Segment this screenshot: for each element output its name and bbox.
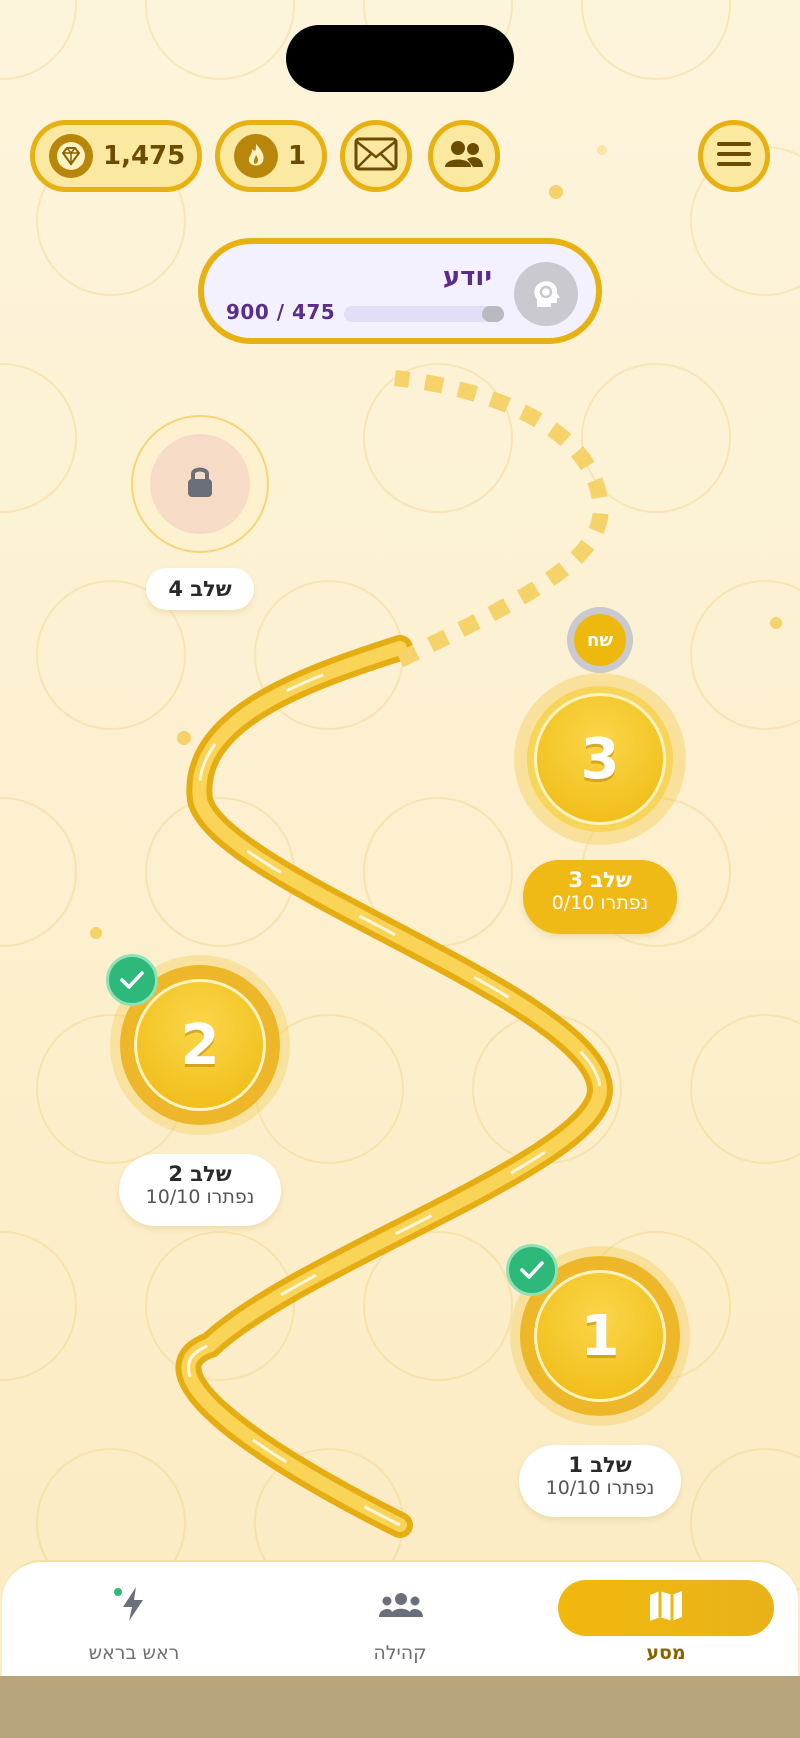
brain-head-icon — [514, 262, 578, 326]
gem-icon — [49, 134, 93, 178]
rank-progress-text: 900 / 475 — [226, 300, 336, 324]
nav-community[interactable]: קהילה — [300, 1562, 500, 1678]
streak-count: 1 — [288, 141, 307, 171]
flame-icon — [234, 134, 278, 178]
level-3-label: שלב 3 0/10 נפתרו — [523, 860, 677, 934]
level-4-node[interactable] — [131, 415, 269, 553]
footer-overlay — [0, 1676, 800, 1738]
level-2-check-icon — [106, 954, 158, 1006]
friends-button[interactable] — [428, 120, 500, 192]
menu-button[interactable] — [698, 120, 770, 192]
level-1-number: 1 — [580, 1303, 620, 1369]
level-3-badge: שח — [567, 607, 633, 673]
lightning-icon — [120, 1586, 146, 1626]
streak-counter[interactable]: 1 — [215, 120, 327, 192]
gems-counter[interactable]: 1,475 — [30, 120, 202, 192]
community-icon — [378, 1592, 424, 1622]
level-1-label: שלב 1 10/10 נפתרו — [519, 1445, 681, 1517]
mail-button[interactable] — [340, 120, 412, 192]
level-2-number: 2 — [180, 1012, 220, 1078]
level-3-node[interactable]: 3 — [514, 673, 686, 845]
menu-icon — [717, 141, 751, 171]
lock-icon — [186, 465, 214, 503]
rank-title: יודע — [442, 262, 492, 292]
level-1-check-icon — [506, 1244, 558, 1296]
nav-journey[interactable]: מסע — [566, 1562, 766, 1678]
mail-icon — [354, 137, 398, 175]
friends-icon — [443, 139, 485, 173]
new-indicator-dot — [114, 1588, 122, 1596]
level-4-label: שלב 4 — [146, 568, 254, 610]
nav-head-to-head[interactable]: ראש בראש — [34, 1562, 234, 1678]
rank-progress-bar — [344, 306, 504, 322]
level-3-number: 3 — [580, 726, 620, 792]
rank-card[interactable]: יודע 900 / 475 — [198, 238, 602, 344]
gems-count: 1,475 — [103, 141, 186, 171]
level-2-label: שלב 2 10/10 נפתרו — [119, 1154, 281, 1226]
bottom-nav: ראש בראש קהילה מסע — [2, 1560, 798, 1678]
